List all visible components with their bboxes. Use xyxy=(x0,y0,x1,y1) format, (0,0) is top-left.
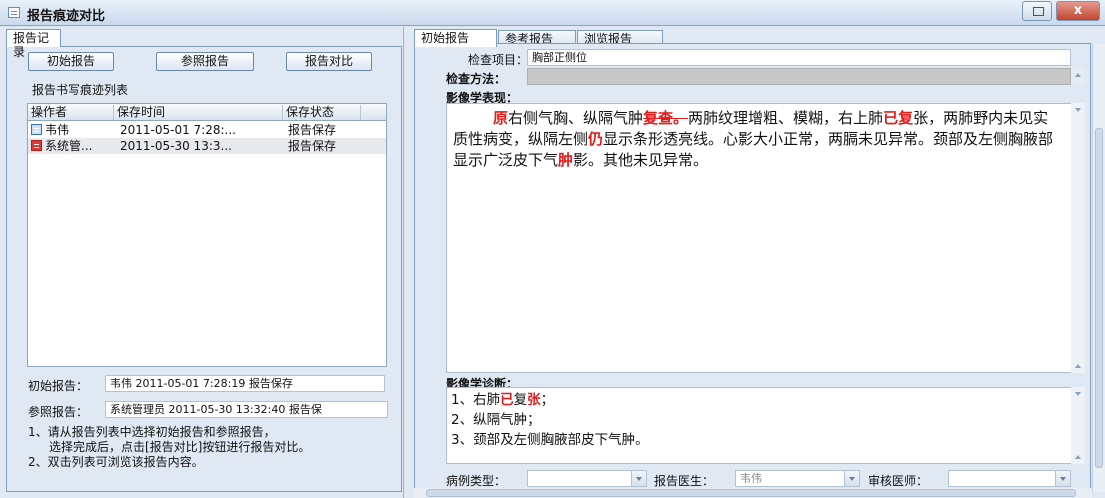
findings-scrollbar[interactable] xyxy=(1071,103,1085,373)
initial-report-label: 初始报告： xyxy=(28,379,89,393)
chevron-down-icon[interactable] xyxy=(631,471,646,486)
findings-text: 原右侧气胸、纵隔气肿复查。两肺纹理增粗、模糊，右上肺已复张，两肺野内未见实质性病… xyxy=(453,109,1054,169)
reference-report-button[interactable]: 参照报告 xyxy=(156,52,254,71)
doc-red-icon xyxy=(31,140,42,151)
row-status: 报告保存 xyxy=(288,139,337,153)
row-time: 2011-05-01 7:28:... xyxy=(120,123,236,137)
tab-initial-report[interactable]: 初始报告 xyxy=(414,29,497,47)
doc-blue-icon xyxy=(31,124,42,135)
title-bar: 报告痕迹对比 x xyxy=(0,0,1105,26)
case-type-select[interactable] xyxy=(527,470,647,487)
panel-vertical-scrollbar[interactable] xyxy=(1092,44,1105,492)
restore-button[interactable] xyxy=(1022,1,1052,21)
window-title: 报告痕迹对比 xyxy=(27,9,106,24)
column-save-status[interactable]: 保存状态 xyxy=(283,105,361,120)
panel-horizontal-scrollbar[interactable] xyxy=(414,488,1092,498)
initial-report-button[interactable]: 初始报告 xyxy=(28,52,114,71)
exam-method-scroll[interactable] xyxy=(1071,68,1085,85)
row-operator: 韦伟 xyxy=(45,123,70,137)
close-button[interactable]: x xyxy=(1056,1,1100,21)
diagnosis-textarea[interactable]: 1、右肺已复张； 2、纵隔气肿； 3、颈部及左侧胸腋部皮下气肿。 xyxy=(446,387,1072,464)
list-title: 报告书写痕迹列表 xyxy=(32,83,129,97)
reviewer-select[interactable] xyxy=(948,470,1071,487)
row-operator: 系统管... xyxy=(45,139,93,153)
exam-item-field[interactable]: 胸部正侧位 xyxy=(527,49,1071,66)
row-status: 报告保存 xyxy=(288,123,337,137)
reference-report-label: 参照报告： xyxy=(28,405,89,419)
app-icon xyxy=(8,7,20,18)
exam-method-field[interactable] xyxy=(527,68,1071,85)
table-row[interactable]: 韦伟 2011-05-01 7:28:... 报告保存 xyxy=(28,122,386,138)
column-operator[interactable]: 操作者 xyxy=(28,105,114,120)
chevron-down-icon[interactable] xyxy=(844,471,859,486)
findings-textarea[interactable]: 原右侧气胸、纵隔气肿复查。两肺纹理增粗、模糊，右上肺已复张，两肺野内未见实质性病… xyxy=(446,103,1072,373)
report-doctor-select[interactable]: 韦伟 xyxy=(735,470,860,487)
scrollbar-thumb[interactable] xyxy=(426,489,1076,497)
chevron-down-icon[interactable] xyxy=(1055,471,1070,486)
scrollbar-thumb[interactable] xyxy=(1095,128,1103,468)
exam-method-label: 检查方法： xyxy=(446,72,507,86)
tab-report-records[interactable]: 报告记录 xyxy=(6,29,61,59)
column-save-time[interactable]: 保存时间 xyxy=(114,105,283,120)
initial-report-field[interactable]: 韦伟 2011-05-01 7:28:19 报告保存 xyxy=(105,375,385,392)
table-row[interactable]: 系统管... 2011-05-30 13:3... 报告保存 xyxy=(28,138,386,154)
case-type-label: 病例类型： xyxy=(446,474,507,488)
trace-list-table[interactable]: 操作者 保存时间 保存状态 韦伟 2011-05-01 7:28:... 报告保… xyxy=(27,103,387,367)
diagnosis-text: 1、右肺已复张； 2、纵隔气肿； 3、颈部及左侧胸腋部皮下气肿。 xyxy=(451,392,649,448)
exam-item-label: 检查项目： xyxy=(468,53,529,67)
diagnosis-scrollbar[interactable] xyxy=(1071,387,1085,464)
reviewer-label: 审核医师： xyxy=(868,474,929,488)
row-time: 2011-05-30 13:3... xyxy=(120,139,232,153)
instruction-line-3: 2、双击列表可浏览该报告内容。 xyxy=(28,455,204,469)
compare-report-button[interactable]: 报告对比 xyxy=(286,52,372,71)
table-header: 操作者 保存时间 保存状态 xyxy=(28,104,386,121)
reference-report-field[interactable]: 系统管理员 2011-05-30 13:32:40 报告保 xyxy=(105,401,388,418)
report-doctor-label: 报告医生： xyxy=(654,474,715,488)
